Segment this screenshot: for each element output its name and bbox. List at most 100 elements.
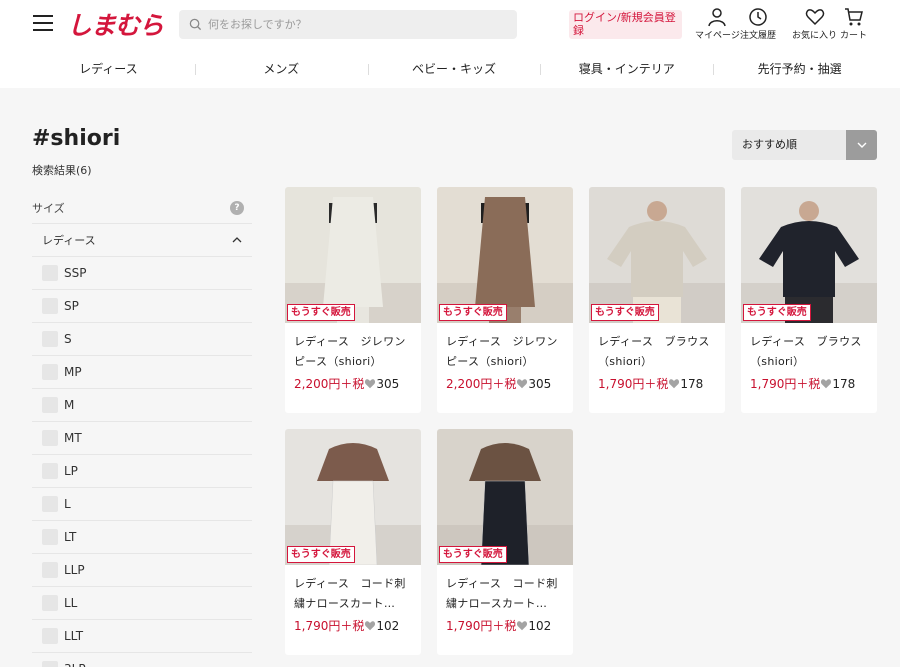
size-option[interactable]: S [32, 323, 252, 356]
coming-soon-badge: もうすぐ販売 [439, 546, 507, 563]
product-name[interactable]: レディース ジレワンピース（shiori） [446, 332, 568, 372]
site-logo[interactable]: しまむら [67, 6, 164, 42]
size-checkbox[interactable] [42, 595, 58, 611]
help-icon[interactable]: ? [230, 200, 244, 215]
size-option[interactable]: 3LP [32, 653, 252, 667]
product-name[interactable]: レディース ブラウス（shiori） [598, 332, 720, 372]
nav-baby-kids[interactable]: ベビー・キッズ [367, 52, 541, 86]
size-option[interactable]: MP [32, 356, 252, 389]
size-label: 3LP [64, 662, 86, 667]
size-checkbox[interactable] [42, 628, 58, 644]
product-card[interactable]: もうすぐ販売 レディース コード刺繍ナロースカート… 1,790円＋税 102 [437, 429, 573, 655]
heart-icon[interactable] [516, 378, 528, 389]
size-option[interactable]: LT [32, 521, 252, 554]
size-checkbox[interactable] [42, 496, 58, 512]
heart-icon[interactable] [364, 378, 376, 389]
product-price: 1,790円＋税 [446, 619, 517, 633]
product-image[interactable] [437, 429, 573, 565]
size-label: M [64, 398, 75, 412]
cart-icon [844, 8, 863, 26]
product-card[interactable]: もうすぐ販売 レディース コード刺繍ナロースカート… 1,790円＋税 102 [285, 429, 421, 655]
size-checkbox[interactable] [42, 364, 58, 380]
product-price-row: 1,790円＋税 178 [750, 375, 855, 392]
like-count: 305 [528, 377, 552, 391]
size-option[interactable]: L [32, 488, 252, 521]
size-checkbox[interactable] [42, 562, 58, 578]
size-checkbox[interactable] [42, 265, 58, 281]
heart-icon[interactable] [820, 378, 832, 389]
heart-icon[interactable] [516, 620, 528, 631]
size-option[interactable]: M [32, 389, 252, 422]
product-card[interactable]: もうすぐ販売 レディース ジレワンピース（shiori） 2,200円＋税 305 [437, 187, 573, 413]
size-option[interactable]: SP [32, 290, 252, 323]
result-count: 検索結果(6) [32, 164, 92, 177]
size-option[interactable]: MT [32, 422, 252, 455]
size-checkbox[interactable] [42, 529, 58, 545]
product-name[interactable]: レディース ブラウス（shiori） [750, 332, 872, 372]
favorites-label: お気に入り [792, 31, 838, 41]
cart-button[interactable]: カート [840, 7, 867, 41]
size-checkbox[interactable] [42, 430, 58, 446]
like-count: 102 [528, 619, 552, 633]
product-image[interactable] [589, 187, 725, 323]
size-option[interactable]: LLT [32, 620, 252, 653]
size-label: MP [64, 365, 82, 379]
mypage-button[interactable]: マイページ [695, 7, 740, 41]
size-checkbox[interactable] [42, 661, 58, 667]
search-icon [189, 18, 202, 31]
cart-label: カート [840, 31, 868, 41]
size-label: SSP [64, 266, 87, 280]
search-input[interactable] [208, 18, 508, 31]
size-option[interactable]: LL [32, 587, 252, 620]
size-checkbox[interactable] [42, 331, 58, 347]
product-card[interactable]: もうすぐ販売 レディース ブラウス（shiori） 1,790円＋税 178 [741, 187, 877, 413]
product-price: 2,200円＋税 [446, 377, 517, 391]
size-option[interactable]: LP [32, 455, 252, 488]
product-name[interactable]: レディース コード刺繍ナロースカート… [294, 574, 416, 614]
size-checkbox[interactable] [42, 298, 58, 314]
clock-icon [749, 8, 767, 26]
size-option[interactable]: SSP [32, 257, 252, 290]
coming-soon-badge: もうすぐ販売 [439, 304, 507, 321]
coming-soon-badge: もうすぐ販売 [743, 304, 811, 321]
order-history-label: 注文履歴 [740, 31, 777, 41]
size-filter-label: サイズ [32, 201, 65, 215]
product-price: 1,790円＋税 [750, 377, 821, 391]
size-option[interactable]: LLP [32, 554, 252, 587]
product-image[interactable] [285, 429, 421, 565]
size-checkbox[interactable] [42, 397, 58, 413]
product-price-row: 1,790円＋税 178 [598, 375, 703, 392]
size-label: MT [64, 431, 82, 445]
nav-preorder-lottery[interactable]: 先行予約・抽選 [713, 52, 886, 86]
product-price-row: 1,790円＋税 102 [294, 617, 399, 634]
nav-mens[interactable]: メンズ [194, 52, 368, 86]
size-label: LLP [64, 563, 85, 577]
heart-icon[interactable] [668, 378, 680, 389]
product-price: 1,790円＋税 [294, 619, 365, 633]
login-button[interactable]: ログイン/新規会員登録 [569, 10, 682, 39]
product-card[interactable]: もうすぐ販売 レディース ブラウス（shiori） 1,790円＋税 178 [589, 187, 725, 413]
product-image[interactable] [437, 187, 573, 323]
menu-icon[interactable] [33, 15, 53, 33]
size-filter-header: サイズ ? [32, 192, 252, 224]
sort-dropdown-button[interactable] [846, 130, 877, 160]
product-image[interactable] [285, 187, 421, 323]
category-accordion-ladies[interactable]: レディース [32, 224, 252, 257]
nav-ladies[interactable]: レディース [22, 52, 195, 86]
order-history-button[interactable]: 注文履歴 [740, 7, 776, 41]
product-name[interactable]: レディース コード刺繍ナロースカート… [446, 574, 568, 614]
like-count: 305 [376, 377, 400, 391]
heart-icon [805, 9, 824, 26]
search-bar[interactable] [179, 10, 517, 39]
product-name[interactable]: レディース ジレワンピース（shiori） [294, 332, 416, 372]
sort-select[interactable]: おすすめ順 [732, 130, 877, 160]
nav-bedding-interior[interactable]: 寝具・インテリア [540, 52, 713, 86]
chevron-up-icon [232, 237, 242, 243]
heart-icon[interactable] [364, 620, 376, 631]
product-image[interactable] [741, 187, 877, 323]
favorites-button[interactable]: お気に入り [792, 7, 837, 41]
size-checkbox[interactable] [42, 463, 58, 479]
product-card[interactable]: もうすぐ販売 レディース ジレワンピース（shiori） 2,200円＋税 305 [285, 187, 421, 413]
chevron-down-icon [857, 142, 866, 148]
size-label: LP [64, 464, 78, 478]
